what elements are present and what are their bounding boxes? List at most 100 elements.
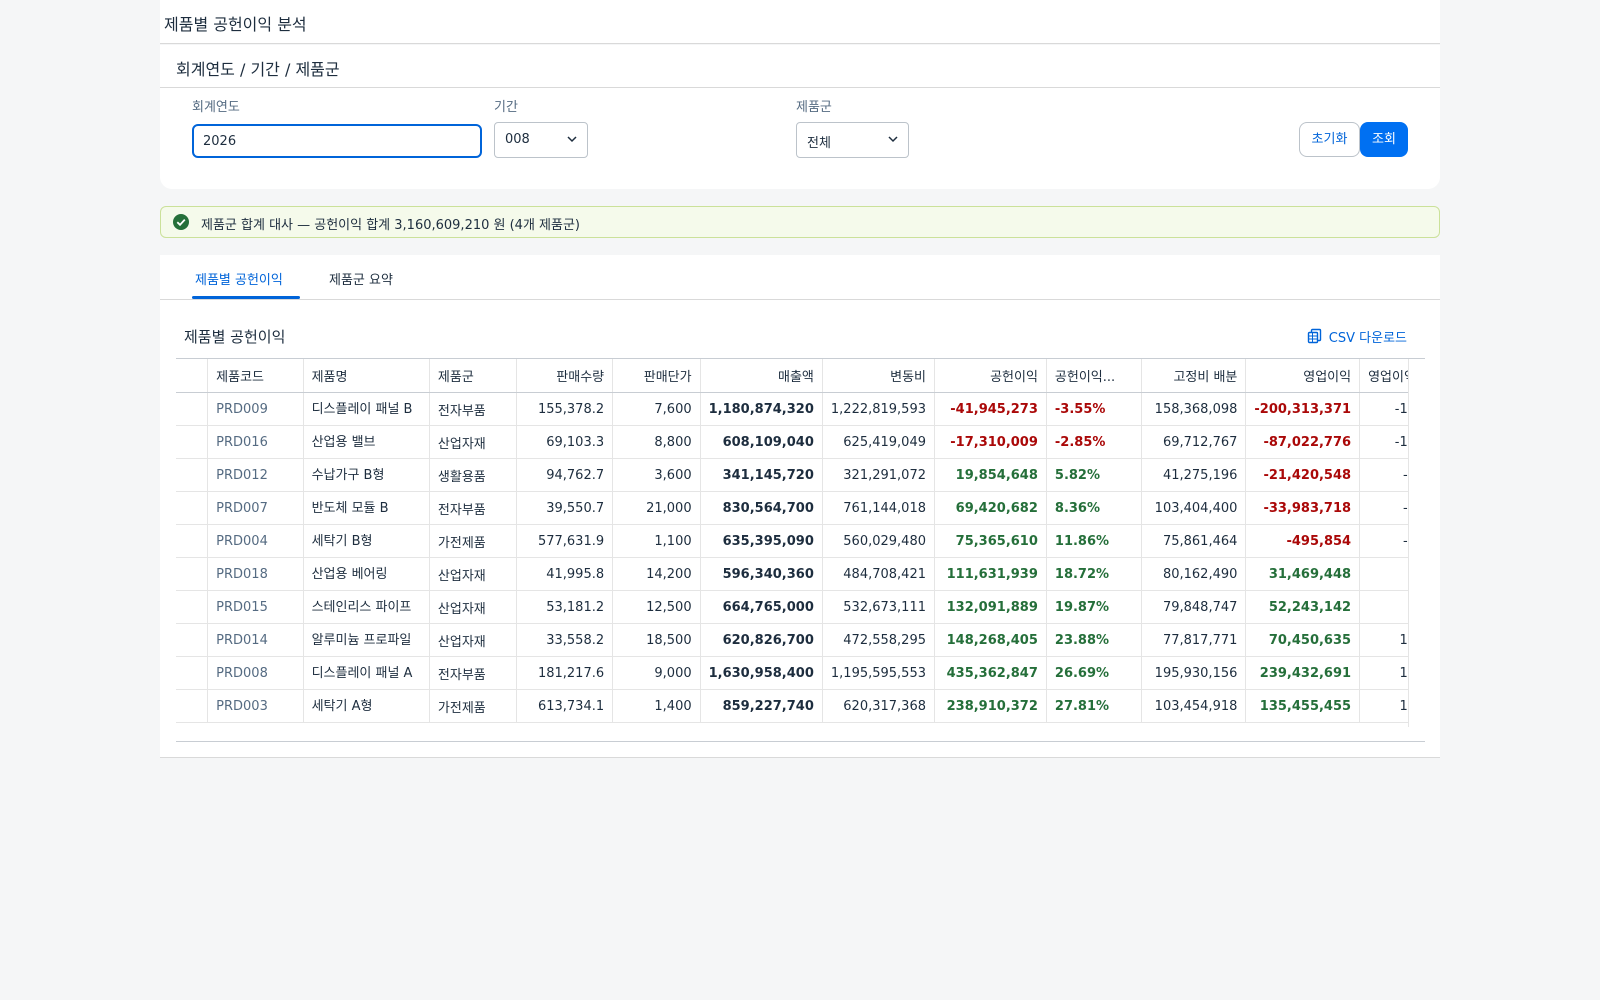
table-row[interactable]: PRD018 산업용 베어링 산업자재 41,995.8 14,200 596,340,3… <box>176 557 1425 591</box>
product-name-cell: 수납가구 B형 <box>303 458 430 492</box>
revenue-cell: 635,395,090 <box>700 524 823 558</box>
fixed-cost-cell: 79,848,747 <box>1141 590 1247 624</box>
product-group-cell: 생활용품 <box>429 458 518 492</box>
table-row[interactable]: PRD016 산업용 밸브 산업자재 69,103.3 8,800 608,109,040… <box>176 425 1425 459</box>
column-header[interactable]: 매출액 <box>700 359 823 393</box>
operating-income-cell: -87,022,776 <box>1245 425 1361 459</box>
contribution-cell: 148,268,405 <box>934 623 1047 657</box>
revenue-cell: 341,145,720 <box>700 458 823 492</box>
column-header[interactable]: 판매단가 <box>612 359 701 393</box>
unit-price-cell: 9,000 <box>612 656 701 690</box>
row-selector[interactable] <box>176 590 209 624</box>
product-name-cell: 세탁기 B형 <box>303 524 430 558</box>
contribution-margin-cell: 27.81% <box>1046 689 1143 723</box>
row-selector[interactable] <box>176 524 209 558</box>
table-body: PRD009 디스플레이 패널 B 전자부품 155,378.2 7,600 1,180,… <box>176 392 1425 723</box>
column-header[interactable]: 공헌이익... <box>1046 359 1143 393</box>
contribution-margin-cell: 8.36% <box>1046 491 1143 525</box>
year-input[interactable]: 2026 <box>192 124 482 158</box>
fixed-cost-cell: 195,930,156 <box>1141 656 1247 690</box>
go-button[interactable]: 조회 <box>1360 122 1408 157</box>
product-code-cell: PRD012 <box>207 458 304 492</box>
table-header-row: 제품코드 제품명 제품군 판매수량 판매단가 매출액 변동비 공헌이익 공헌이익… <box>176 359 1425 393</box>
table-row[interactable]: PRD007 반도체 모듈 B 전자부품 39,550.7 21,000 830,564,… <box>176 491 1425 525</box>
table-row[interactable]: PRD004 세탁기 B형 가전제품 577,631.9 1,100 635,395,09… <box>176 524 1425 558</box>
row-selector[interactable] <box>176 623 209 657</box>
product-group-cell: 산업자재 <box>429 425 518 459</box>
product-code-cell: PRD004 <box>207 524 304 558</box>
horizontal-scrollbar[interactable] <box>176 727 1425 741</box>
tab-product-contribution[interactable]: 제품별 공헌이익 <box>195 269 283 288</box>
variable-cost-cell: 620,317,368 <box>822 689 936 723</box>
product-name-cell: 알루미늄 프로파일 <box>303 623 430 657</box>
table-row[interactable]: PRD003 세탁기 A형 가전제품 613,734.1 1,400 859,227,74… <box>176 689 1425 723</box>
row-selector[interactable] <box>176 392 209 426</box>
operating-income-cell: -33,983,718 <box>1245 491 1361 525</box>
tab-group-summary[interactable]: 제품군 요약 <box>329 269 393 288</box>
row-selector[interactable] <box>176 458 209 492</box>
revenue-cell: 859,227,740 <box>700 689 823 723</box>
column-header[interactable]: 공헌이익 <box>934 359 1047 393</box>
product-name-cell: 디스플레이 패널 A <box>303 656 430 690</box>
row-selector[interactable] <box>176 656 209 690</box>
column-header[interactable]: 제품명 <box>303 359 430 393</box>
product-name-cell: 디스플레이 패널 B <box>303 392 430 426</box>
contribution-cell: -41,945,273 <box>934 392 1047 426</box>
product-name-cell: 세탁기 A형 <box>303 689 430 723</box>
table-row[interactable]: PRD008 디스플레이 패널 A 전자부품 181,217.6 9,000 1,630,… <box>176 656 1425 690</box>
app-title: 제품별 공헌이익 분석 <box>164 15 307 34</box>
product-code-cell: PRD018 <box>207 557 304 591</box>
table-row[interactable]: PRD012 수납가구 B형 생활용품 94,762.7 3,600 341,145,72… <box>176 458 1425 492</box>
revenue-cell: 664,765,000 <box>700 590 823 624</box>
operating-income-cell: -200,313,371 <box>1245 392 1361 426</box>
product-group-cell: 가전제품 <box>429 689 518 723</box>
operating-income-cell: 70,450,635 <box>1245 623 1361 657</box>
operating-income-cell: 239,432,691 <box>1245 656 1361 690</box>
row-selector[interactable] <box>176 491 209 525</box>
contribution-cell: 132,091,889 <box>934 590 1047 624</box>
row-selector[interactable] <box>176 425 209 459</box>
table-row[interactable]: PRD015 스테인리스 파이프 산업자재 53,181.2 12,500 664,765… <box>176 590 1425 624</box>
vertical-scrollbar[interactable] <box>1408 359 1425 741</box>
spreadsheet-export-icon <box>1307 328 1321 344</box>
revenue-cell: 1,180,874,320 <box>700 392 823 426</box>
csv-download-button[interactable]: CSV 다운로드 <box>1307 327 1407 346</box>
period-select[interactable]: 008 <box>494 122 588 158</box>
group-select[interactable]: 전체 <box>796 122 909 158</box>
variable-cost-cell: 532,673,111 <box>822 590 936 624</box>
content-area: 제품별 공헌이익 CSV 다운로드 제품코드 제품명 제품군 판매수량 판매단가… <box>160 300 1440 758</box>
table-row[interactable]: PRD014 알루미늄 프로파일 산업자재 33,558.2 18,500 620,826… <box>176 623 1425 657</box>
product-code-cell: PRD008 <box>207 656 304 690</box>
column-header[interactable]: 판매수량 <box>516 359 614 393</box>
quantity-cell: 33,558.2 <box>516 623 614 657</box>
column-header[interactable]: 고정비 배분 <box>1141 359 1247 393</box>
column-header[interactable]: 제품군 <box>429 359 518 393</box>
shell-bar: 제품별 공헌이익 분석 <box>160 0 1440 44</box>
contribution-cell: 75,365,610 <box>934 524 1047 558</box>
column-header[interactable]: 변동비 <box>822 359 936 393</box>
column-header[interactable]: 영업이익 <box>1245 359 1361 393</box>
unit-price-cell: 8,800 <box>612 425 701 459</box>
fixed-cost-cell: 103,454,918 <box>1141 689 1247 723</box>
csv-download-label: CSV 다운로드 <box>1328 331 1407 346</box>
fixed-cost-cell: 103,404,400 <box>1141 491 1247 525</box>
reset-button[interactable]: 초기화 <box>1299 122 1360 157</box>
contribution-cell: 111,631,939 <box>934 557 1047 591</box>
group-value: 전체 <box>807 136 831 151</box>
variable-cost-cell: 321,291,072 <box>822 458 936 492</box>
operating-income-cell: -21,420,548 <box>1245 458 1361 492</box>
column-header[interactable]: 제품코드 <box>207 359 304 393</box>
product-code-cell: PRD016 <box>207 425 304 459</box>
active-tab-indicator <box>192 296 300 299</box>
revenue-cell: 596,340,360 <box>700 557 823 591</box>
contribution-margin-cell: 19.87% <box>1046 590 1143 624</box>
table-row[interactable]: PRD009 디스플레이 패널 B 전자부품 155,378.2 7,600 1,180,… <box>176 392 1425 426</box>
fixed-cost-cell: 158,368,098 <box>1141 392 1247 426</box>
quantity-cell: 53,181.2 <box>516 590 614 624</box>
variable-cost-cell: 761,144,018 <box>822 491 936 525</box>
row-selector[interactable] <box>176 557 209 591</box>
product-group-cell: 가전제품 <box>429 524 518 558</box>
table-title: 제품별 공헌이익 <box>184 328 286 346</box>
row-selector[interactable] <box>176 689 209 723</box>
quantity-cell: 155,378.2 <box>516 392 614 426</box>
